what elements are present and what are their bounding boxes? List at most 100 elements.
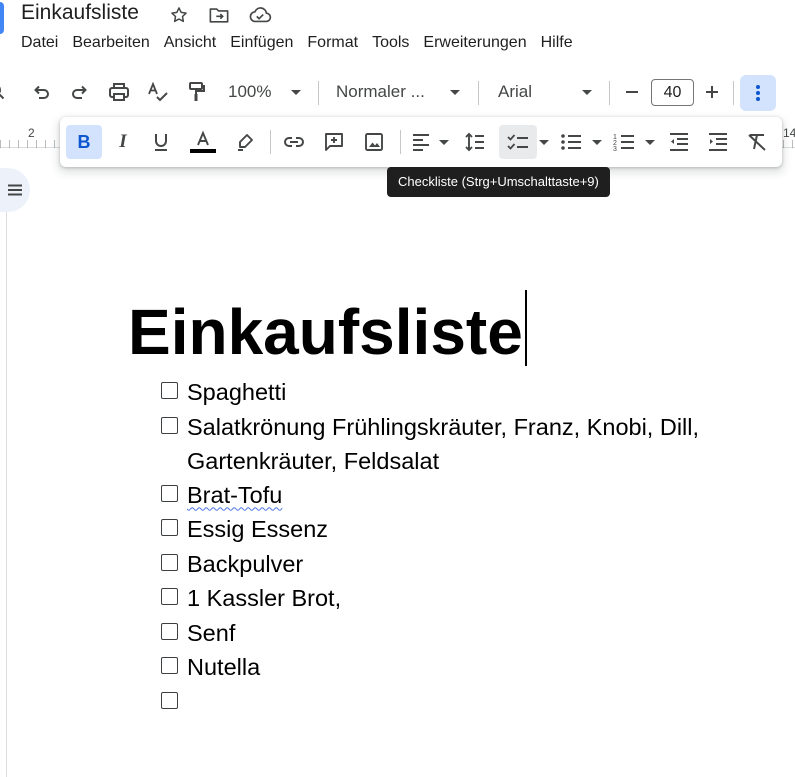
zoom-select[interactable]: 100% <box>222 77 306 107</box>
document-title[interactable]: Einkaufsliste <box>21 1 139 25</box>
checklist-item-text: Senf <box>187 619 236 646</box>
spellcheck-icon[interactable] <box>143 77 173 107</box>
checklist-item[interactable]: Salatkrönung Frühlingskräuter, Franz, Kn… <box>160 410 780 478</box>
ruler-number: 2 <box>28 126 35 140</box>
chevron-down-icon[interactable] <box>539 140 549 145</box>
cloud-saved-icon[interactable] <box>247 4 273 26</box>
menu-bar: Datei Bearbeiten Ansicht Einfügen Format… <box>14 32 580 54</box>
checklist-button[interactable] <box>499 125 537 159</box>
more-vert-icon <box>756 85 760 101</box>
menu-einfuegen[interactable]: Einfügen <box>223 32 300 54</box>
menu-ansicht[interactable]: Ansicht <box>157 32 223 54</box>
menu-hilfe[interactable]: Hilfe <box>534 32 580 54</box>
document-heading[interactable]: Einkaufsliste <box>128 290 527 368</box>
toolbar-divider <box>609 81 610 105</box>
redo-icon[interactable] <box>65 77 95 107</box>
toolbar-divider <box>478 81 479 105</box>
move-to-folder-icon[interactable] <box>208 4 230 26</box>
underline-icon <box>155 134 167 151</box>
italic-icon: I <box>119 131 127 152</box>
text-color-button[interactable] <box>185 125 221 159</box>
checklist-item[interactable]: Nutella <box>160 650 780 685</box>
chevron-down-icon[interactable] <box>592 140 602 145</box>
checkbox[interactable] <box>161 416 178 434</box>
underline-button[interactable] <box>144 125 178 159</box>
search-icon[interactable] <box>0 77 10 107</box>
checklist-item-text: 1 Kassler Brot, <box>187 585 342 611</box>
decrease-font-size-button[interactable] <box>618 77 646 107</box>
checkbox[interactable] <box>161 588 178 605</box>
add-comment-icon <box>325 133 343 151</box>
paint-format-icon[interactable] <box>182 77 212 107</box>
undo-icon[interactable] <box>26 77 56 107</box>
checklist-item-text: Salatkrönung Frühlingskräuter, Franz, Kn… <box>187 413 700 474</box>
document-outline-button[interactable] <box>0 168 30 212</box>
decrease-indent-icon <box>670 133 688 151</box>
main-toolbar: 100% Normaler ... Arial 40 <box>0 71 795 113</box>
chevron-down-icon[interactable] <box>439 140 449 145</box>
clear-formatting-icon <box>748 134 766 151</box>
numbered-list-icon: 123 <box>613 134 634 152</box>
numbered-list-button[interactable]: 123 <box>609 125 639 159</box>
italic-button[interactable]: I <box>106 125 140 159</box>
menu-erweiterungen[interactable]: Erweiterungen <box>416 32 533 54</box>
line-spacing-button[interactable] <box>458 125 492 159</box>
star-icon[interactable] <box>168 4 190 26</box>
font-select[interactable]: Arial <box>492 77 598 107</box>
align-left-icon <box>413 134 429 151</box>
checklist-item[interactable]: Backpulver <box>160 547 780 582</box>
menu-datei[interactable]: Datei <box>14 32 65 54</box>
checkbox[interactable] <box>161 622 178 640</box>
increase-indent-button[interactable] <box>701 125 735 159</box>
checkbox[interactable] <box>161 553 178 571</box>
checkbox[interactable] <box>161 519 178 536</box>
toolbar-divider <box>733 81 734 105</box>
docs-logo[interactable] <box>0 2 4 34</box>
insert-image-button[interactable] <box>356 125 392 159</box>
highlight-icon <box>238 134 253 151</box>
ruler-number: 14 <box>783 126 795 140</box>
highlight-button[interactable] <box>228 125 262 159</box>
checkbox[interactable] <box>161 484 178 502</box>
menu-bearbeiten[interactable]: Bearbeiten <box>65 32 156 54</box>
zoom-value: 100% <box>228 82 272 101</box>
clear-formatting-button[interactable] <box>740 125 774 159</box>
heading-text: Einkaufsliste <box>128 296 523 368</box>
bulleted-list-button[interactable] <box>556 125 586 159</box>
line-spacing-icon <box>465 132 484 152</box>
print-icon[interactable] <box>104 77 134 107</box>
font-size-input[interactable]: 40 <box>651 79 694 106</box>
decrease-indent-button[interactable] <box>662 125 696 159</box>
checklist-item[interactable]: 1 Kassler Brot, <box>160 581 780 616</box>
checklist-item-text: Brat-Tofu <box>187 481 283 508</box>
checklist-item[interactable] <box>160 685 780 720</box>
checklist-item[interactable]: Brat-Tofu <box>160 478 780 513</box>
checkbox[interactable] <box>161 691 178 709</box>
outline-icon <box>8 184 22 196</box>
more-options-button[interactable] <box>740 75 776 111</box>
checklist-item-text: Essig Essenz <box>187 516 329 542</box>
checklist-icon <box>507 134 528 150</box>
menu-format[interactable]: Format <box>300 32 365 54</box>
chevron-down-icon <box>291 89 302 95</box>
toolbar-divider <box>270 130 271 154</box>
chevron-down-icon <box>450 89 460 95</box>
checkbox[interactable] <box>161 657 178 674</box>
checklist-item[interactable]: Essig Essenz <box>160 512 780 547</box>
page-edge <box>6 212 7 777</box>
checkbox[interactable] <box>161 382 178 399</box>
increase-font-size-button[interactable] <box>698 77 726 107</box>
menu-tools[interactable]: Tools <box>365 32 416 54</box>
checklist-item[interactable]: Senf <box>160 616 780 651</box>
align-button[interactable] <box>406 125 436 159</box>
checklist-item-text: Backpulver <box>187 550 304 577</box>
paragraph-style-value: Normaler ... <box>336 82 425 101</box>
svg-text:3: 3 <box>613 146 617 152</box>
bold-button[interactable]: B <box>66 125 102 159</box>
paragraph-style-select[interactable]: Normaler ... <box>330 77 466 107</box>
checklist-item[interactable]: Spaghetti <box>160 375 780 410</box>
add-comment-button[interactable] <box>316 125 352 159</box>
text-color-icon <box>190 130 216 153</box>
chevron-down-icon[interactable] <box>645 140 655 145</box>
insert-link-button[interactable] <box>276 125 312 159</box>
